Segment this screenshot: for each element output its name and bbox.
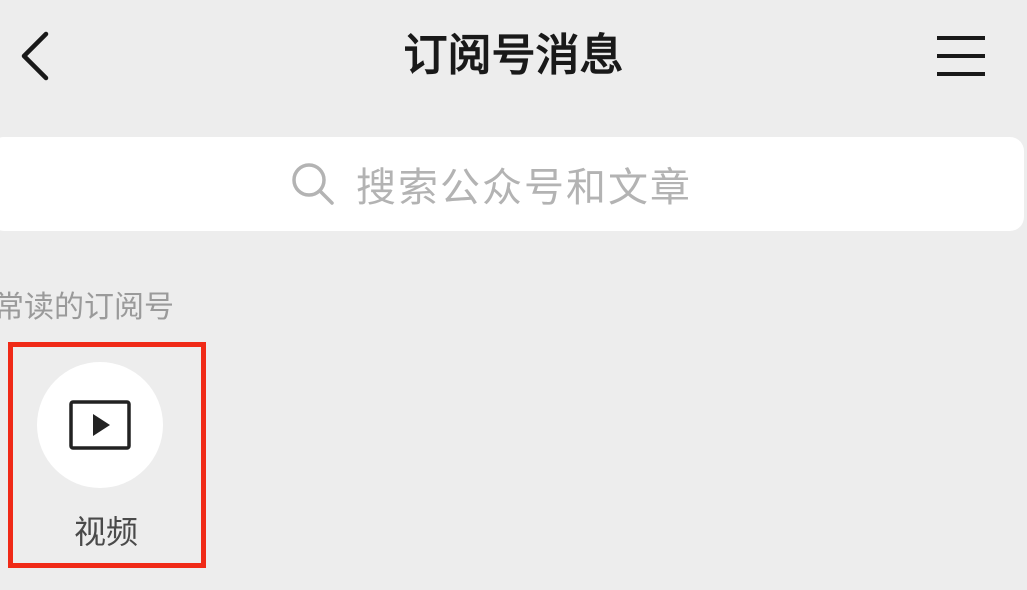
search-inner: 搜索公众号和文章	[290, 137, 692, 231]
search-input[interactable]: 搜索公众号和文章	[0, 137, 1024, 231]
search-icon	[292, 163, 334, 205]
menu-button[interactable]	[930, 30, 992, 82]
section-label-frequent: 常读的订阅号	[0, 290, 174, 325]
avatar	[37, 362, 163, 488]
account-name: 视频	[73, 513, 138, 551]
video-play-icon	[69, 400, 131, 450]
search-placeholder: 搜索公众号和文章	[356, 165, 692, 211]
account-item-video[interactable]: 视频	[8, 342, 206, 568]
hamburger-menu-icon	[937, 36, 985, 76]
nav-bar: 订阅号消息	[0, 0, 1027, 110]
page-title: 订阅号消息	[403, 30, 624, 81]
